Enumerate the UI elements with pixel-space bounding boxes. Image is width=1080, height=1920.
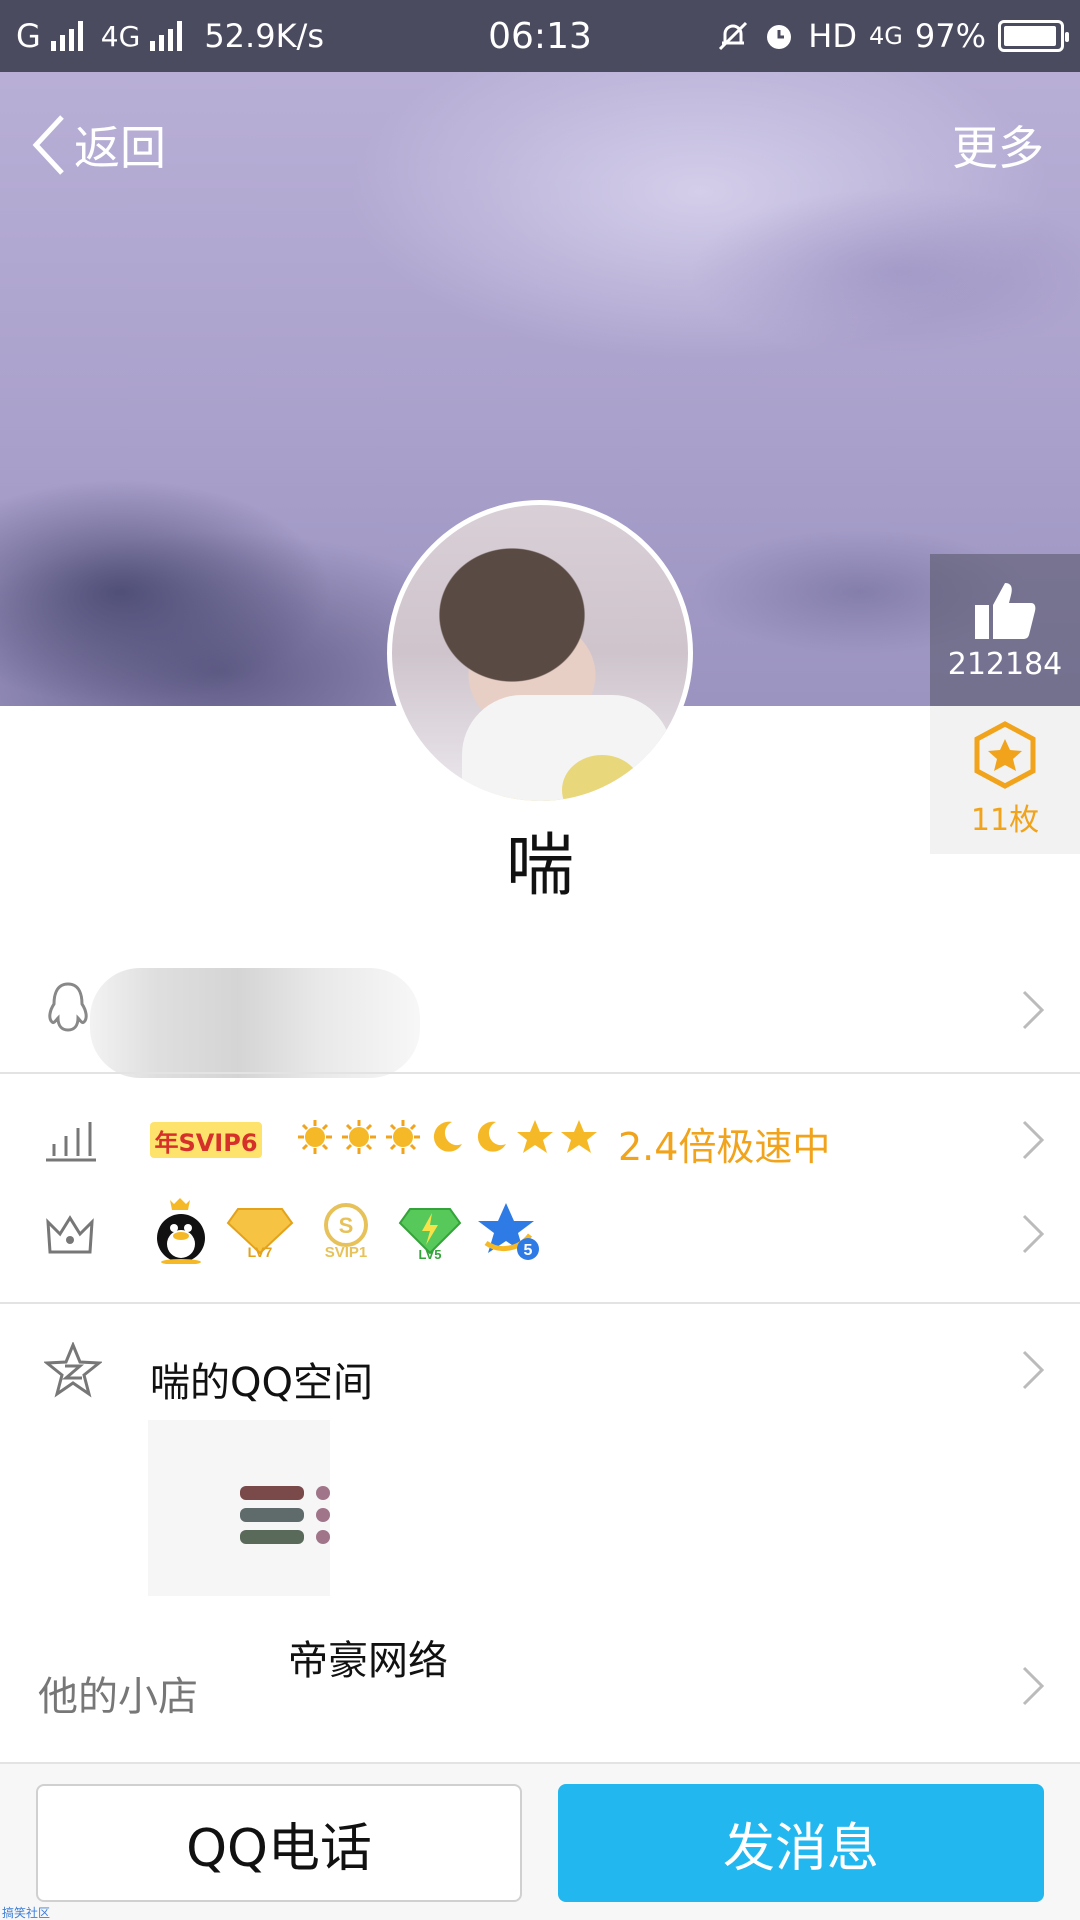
thumb-dot: [316, 1486, 330, 1500]
chevron-right-icon: [1022, 1350, 1045, 1390]
star-icon: [517, 1120, 553, 1153]
bottom-action-bar: QQ电话 发消息: [0, 1762, 1080, 1920]
send-message-button[interactable]: 发消息: [558, 1784, 1044, 1902]
star-icon: [561, 1120, 597, 1153]
thumb-line: [240, 1508, 304, 1522]
svg-text:LV7: LV7: [248, 1244, 273, 1260]
crown-icon: [46, 1215, 94, 1254]
thumb-line: [240, 1530, 304, 1544]
svg-text:5: 5: [524, 1242, 533, 1259]
vip-icons: LV7 S SVIP1 LV5 5: [150, 1198, 542, 1264]
moon-icon: [433, 1121, 462, 1152]
svg-text:SVIP1: SVIP1: [325, 1244, 368, 1261]
medal-star-icon: [974, 721, 1036, 789]
back-button[interactable]: 返回: [30, 112, 166, 178]
sun-icon: [298, 1120, 332, 1154]
more-button[interactable]: 更多: [952, 112, 1044, 178]
thumb-line: [240, 1486, 304, 1500]
thumb-dot: [316, 1508, 330, 1522]
blurred-qq-number: [90, 968, 420, 1078]
green-diamond-lv5-icon: LV5: [398, 1208, 462, 1261]
chevron-right-icon: [1022, 990, 1045, 1030]
level-chart-icon: [46, 1122, 96, 1162]
divider: [0, 1302, 1080, 1304]
status-right: HD 4G 97%: [716, 0, 1069, 72]
battery-icon: [998, 20, 1069, 52]
avatar[interactable]: [387, 500, 693, 806]
thumbs-up-icon: [975, 582, 1036, 639]
qzone-star-icon: [44, 1342, 102, 1398]
status-bar: G 4G 52.9K/s 06:13 HD 4G 97%: [0, 0, 1080, 72]
net2-label: 4G: [869, 22, 903, 50]
chevron-right-icon: [1022, 1214, 1045, 1254]
chevron-right-icon: [1022, 1666, 1045, 1706]
shop-label: 他的小店: [38, 1674, 198, 1720]
divider: [0, 1072, 1080, 1074]
svip-icon: S SVIP1: [324, 1203, 368, 1261]
mute-bell-icon: [719, 21, 748, 51]
qzone-thumbnail[interactable]: [148, 1420, 330, 1596]
qq-penguin-icon: [157, 1198, 205, 1264]
level-icons: [296, 1118, 598, 1156]
chevron-right-icon: [1022, 1120, 1045, 1160]
nickname: 喘: [505, 827, 574, 906]
blue-star-5-icon: 5: [478, 1203, 539, 1260]
svip-badge: 年SVIP6: [150, 1122, 262, 1158]
like-button[interactable]: 212184: [930, 554, 1080, 706]
moon-icon: [477, 1121, 506, 1152]
chevron-left-icon: [32, 115, 64, 175]
back-label: 返回: [74, 121, 166, 175]
alarm-icon: [767, 25, 792, 49]
svg-text:LV5: LV5: [419, 1247, 442, 1261]
sun-icon: [386, 1120, 420, 1154]
speed-text: 2.4倍极速中: [618, 1125, 831, 1169]
battery-percent: 97%: [914, 17, 986, 55]
sun-icon: [342, 1120, 376, 1154]
svg-text:S: S: [339, 1213, 354, 1238]
watermark: 搞笑社区: [2, 1906, 51, 1920]
diamond-lv7-icon: LV7: [226, 1208, 294, 1260]
qzone-label: 喘的QQ空间: [150, 1360, 373, 1406]
hd-label: HD: [808, 17, 857, 55]
thumb-dot: [316, 1530, 330, 1544]
qq-call-button[interactable]: QQ电话: [36, 1784, 522, 1902]
like-count: 212184: [947, 646, 1063, 682]
qq-penguin-outline-icon: [48, 982, 88, 1032]
